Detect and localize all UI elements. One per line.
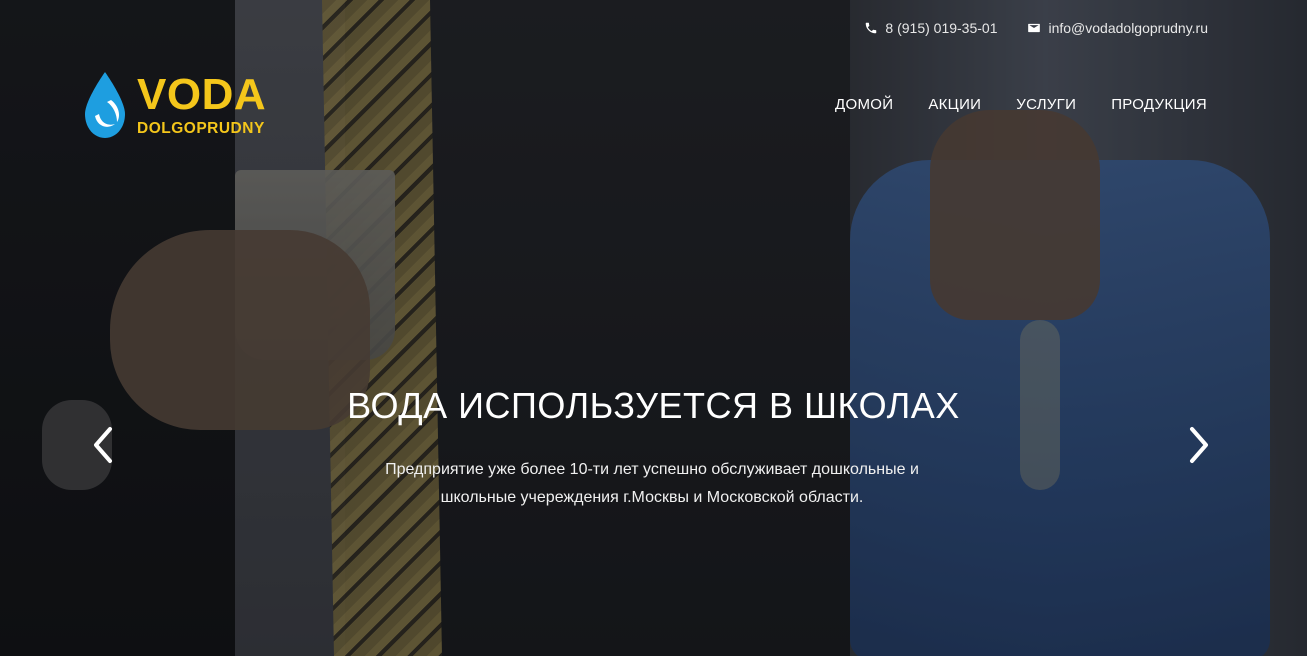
chevron-right-icon[interactable] — [1184, 425, 1214, 465]
hero-slider: 8 (915) 019-35-01 info@vodadolgoprudny.r… — [0, 0, 1307, 656]
phone-icon — [866, 22, 877, 34]
logo-title: VODA — [137, 70, 267, 120]
slide-description-line-2: школьные учереждения г.Москвы и Московск… — [440, 489, 864, 506]
logo-subtitle: DOLGOPRUDNY — [137, 120, 265, 138]
nav-item-services[interactable]: УСЛУГИ — [1016, 96, 1076, 113]
nav-item-promotions[interactable]: АКЦИИ — [928, 96, 981, 113]
email-address[interactable]: info@vodadolgoprudny.ru — [1048, 20, 1208, 36]
main-nav: ДОМОЙ АКЦИИ УСЛУГИ ПРОДУКЦИЯ — [835, 96, 1207, 113]
site-logo[interactable]: VODA DOLGOPRUDNY — [81, 70, 266, 140]
phone-number[interactable]: 8 (915) 019-35-01 — [885, 20, 997, 36]
envelope-icon — [1028, 23, 1041, 33]
water-drop-icon — [85, 72, 125, 138]
phone-contact[interactable]: 8 (915) 019-35-01 — [864, 20, 997, 36]
nav-item-home[interactable]: ДОМОЙ — [835, 96, 893, 113]
slide-description: Предприятие уже более 10-ти лет успешно … — [340, 456, 964, 512]
email-contact[interactable]: info@vodadolgoprudny.ru — [1027, 20, 1208, 36]
nav-item-products[interactable]: ПРОДУКЦИЯ — [1111, 96, 1207, 113]
chevron-left-icon[interactable] — [88, 425, 118, 465]
contact-bar: 8 (915) 019-35-01 info@vodadolgoprudny.r… — [864, 20, 1208, 36]
slide-description-line-1: Предприятие уже более 10-ти лет успешно … — [385, 461, 919, 478]
slide-title: ВОДА ИСПОЛЬЗУЕТСЯ В ШКОЛАХ — [347, 385, 960, 426]
